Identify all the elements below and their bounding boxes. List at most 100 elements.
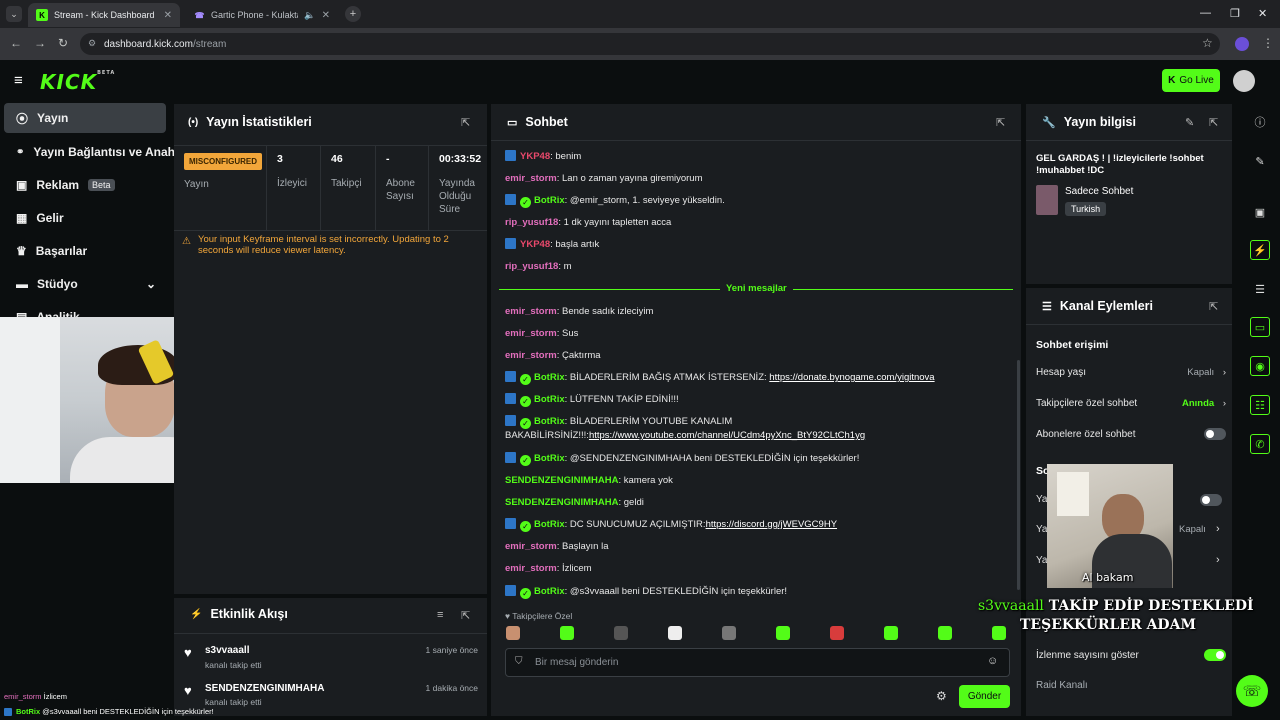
chat-username[interactable]: BotRix [534,372,565,383]
kick-logo[interactable]: KICKBETA [40,70,115,94]
sidebar-item-yayin[interactable]: ⦿ Yayın [4,103,166,133]
account-age-row[interactable]: Hesap yaşı Kapalı › [1036,367,1226,378]
emote-icon[interactable] [668,626,682,640]
event-user[interactable]: SENDENZENGINIMHAHA [205,683,324,694]
chat-username[interactable]: YKP48 [520,151,550,162]
chat-username[interactable]: emir_storm [505,350,557,361]
chat-username[interactable]: BotRix [534,195,565,206]
chat-scrollbar[interactable] [1017,360,1020,590]
emote-icon[interactable] [884,626,898,640]
chat-username[interactable]: SENDENZENGINIMHAHA [505,497,618,508]
chat-link[interactable]: https://www.youtube.com/channel/UCdm4pyX… [589,430,865,441]
hamburger-menu-icon[interactable]: ≡ [14,72,23,89]
back-icon[interactable]: ← [10,36,22,50]
chat-text: : @s3vvaaall beni DESTEKLEDİĞİN için teş… [564,586,788,597]
minimize-icon[interactable]: — [1200,7,1211,19]
subscribers-only-toggle[interactable] [1204,428,1226,440]
stat-subscribers: - Abone Sayısı [376,145,429,230]
info-icon[interactable]: ⓘ [1250,112,1270,132]
speaker-icon[interactable]: 🔈 [304,10,315,21]
close-tab-icon[interactable]: ✕ [322,10,330,21]
list-icon[interactable]: ☰ [1250,279,1270,299]
chevron-right-icon[interactable]: › [1216,554,1220,566]
chat-link[interactable]: https://discord.gg/jWEVGC9HY [706,519,837,530]
chat-username[interactable]: BotRix [534,394,565,405]
chat-link[interactable]: https://donate.bynogame.com/yigitnova [769,372,934,383]
chevron-right-icon[interactable]: › [1216,523,1220,535]
emote-icon[interactable] [506,626,520,640]
media-icon[interactable]: ▣ [1250,202,1270,222]
heart-icon: ♥ [505,611,511,621]
chat-message: ✓ BotRix: LÜTFENN TAKİP EDİNİ!!! [505,393,1005,407]
sidebar-item-gelir[interactable]: ▦ Gelir [4,203,166,233]
forward-icon[interactable]: → [34,36,46,50]
category-name[interactable]: Sadece Sohbet [1065,186,1133,197]
view-count-toggle[interactable] [1204,649,1226,661]
close-tab-icon[interactable]: ✕ [164,10,172,21]
chat-username[interactable]: rip_yusuf18 [505,217,558,228]
pencil-icon[interactable]: ✎ [1250,151,1270,171]
emote-icon[interactable] [992,626,1006,640]
maximize-icon[interactable]: ❐ [1230,7,1240,20]
chat-username[interactable]: BotRix [534,519,565,530]
popout-icon[interactable]: ⇱ [461,609,470,622]
chat-username[interactable]: emir_storm [505,173,557,184]
tab-kick-dashboard[interactable]: K Stream - Kick Dashboard ✕ [28,3,180,27]
bot-badge-icon [505,238,516,249]
channel-actions-icon[interactable]: ☷ [1250,395,1270,415]
profile-avatar-icon[interactable] [1235,37,1249,51]
sidebar-item-stream-key[interactable]: ⚭ Yayın Bağlantısı ve Anahtar [4,137,174,167]
emote-icon[interactable] [830,626,844,640]
chat-settings-gear-icon[interactable]: ⚙ [936,689,947,703]
close-window-icon[interactable]: ✕ [1258,7,1267,20]
chat-username[interactable]: BotRix [534,453,565,464]
send-button[interactable]: Gönder [959,685,1010,708]
wrench-icon[interactable]: ✆ [1250,434,1270,454]
lightning-icon[interactable]: ⚡ [1250,240,1270,260]
sidebar-item-reklam[interactable]: ▣ Reklam Beta [4,170,166,200]
filter-icon[interactable]: ≡ [437,609,443,621]
chat-username[interactable]: YKP48 [520,239,550,250]
chat-username[interactable]: emir_storm [505,563,557,574]
emote-icon[interactable] [560,626,574,640]
bookmark-star-icon[interactable]: ☆ [1202,36,1213,50]
chat-username[interactable]: rip_yusuf18 [505,261,558,272]
go-live-button[interactable]: K Go Live [1162,69,1220,92]
tab-search-icon[interactable]: ⌄ [6,6,22,22]
emote-icon[interactable] [722,626,736,640]
chat-username[interactable]: BotRix [534,416,565,427]
tab-gartic-phone[interactable]: ☎ Gartic Phone - Kulaktan Ku 🔈 ✕ [186,3,338,27]
popout-icon[interactable]: ⇱ [996,116,1005,129]
emote-icon[interactable] [938,626,952,640]
chat-username[interactable]: emir_storm [505,328,557,339]
popout-icon[interactable]: ⇱ [461,116,470,129]
broadcast-icon[interactable]: ◉ [1250,356,1270,376]
sidebar-item-basarilar[interactable]: ♛ Başarılar [4,236,166,266]
reload-icon[interactable]: ↻ [58,36,68,50]
browser-menu-icon[interactable]: ⋮ [1262,36,1274,50]
support-headset-icon[interactable]: ☏ [1236,675,1268,707]
emote-icon[interactable] [776,626,790,640]
chat-username[interactable]: SENDENZENGINIMHAHA [505,475,618,486]
event-user[interactable]: s3vvaaall [205,645,250,656]
sidebar-item-studyo[interactable]: ▬ Stüdyo ⌄ [4,269,166,299]
new-tab-icon[interactable]: + [345,6,361,22]
popout-icon[interactable]: ⇱ [1209,116,1218,129]
trophy-icon: ♛ [16,244,27,258]
followers-only-row[interactable]: Takipçilere özel sohbet Anında › [1036,398,1226,409]
popout-icon[interactable]: ⇱ [1209,300,1218,313]
chat-bubble-icon[interactable]: ▭ [1250,317,1270,337]
row-toggle[interactable] [1200,494,1222,506]
edit-pencil-icon[interactable]: ✎ [1185,116,1194,129]
chat-message: emir_storm: Çaktırma [505,349,1005,363]
url-path: /stream [192,38,227,50]
emoji-icon[interactable]: ☺ [987,655,998,667]
chat-text: : @SENDENZENGINIMHAHA beni DESTEKLEDİĞİN… [564,453,860,464]
site-info-icon[interactable]: ⚙ [88,38,96,49]
chat-username[interactable]: BotRix [534,586,565,597]
emote-icon[interactable] [614,626,628,640]
url-field[interactable]: dashboard.kick.com/stream [80,33,1220,55]
chat-username[interactable]: emir_storm [505,306,557,317]
chat-username[interactable]: emir_storm [505,541,557,552]
user-avatar[interactable] [1233,70,1255,92]
